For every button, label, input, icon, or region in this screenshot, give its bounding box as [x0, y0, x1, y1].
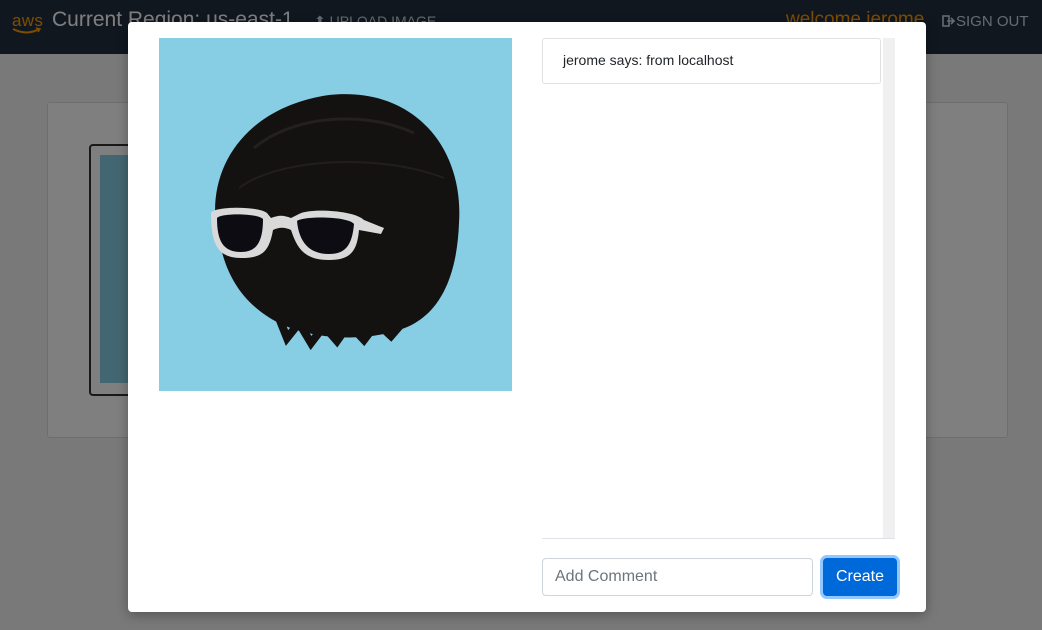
hair-sunglasses-image [159, 38, 512, 391]
create-comment-button[interactable]: Create [823, 558, 897, 596]
comment-item: jerome says: from localhost [542, 38, 881, 84]
comment-text: jerome says: from localhost [563, 52, 734, 68]
image-preview [159, 38, 512, 391]
comments-scrollbar[interactable] [883, 38, 895, 538]
add-comment-input[interactable] [542, 558, 813, 596]
image-modal: jerome says: from localhost Create [128, 22, 926, 612]
comments-list: jerome says: from localhost [542, 38, 895, 539]
